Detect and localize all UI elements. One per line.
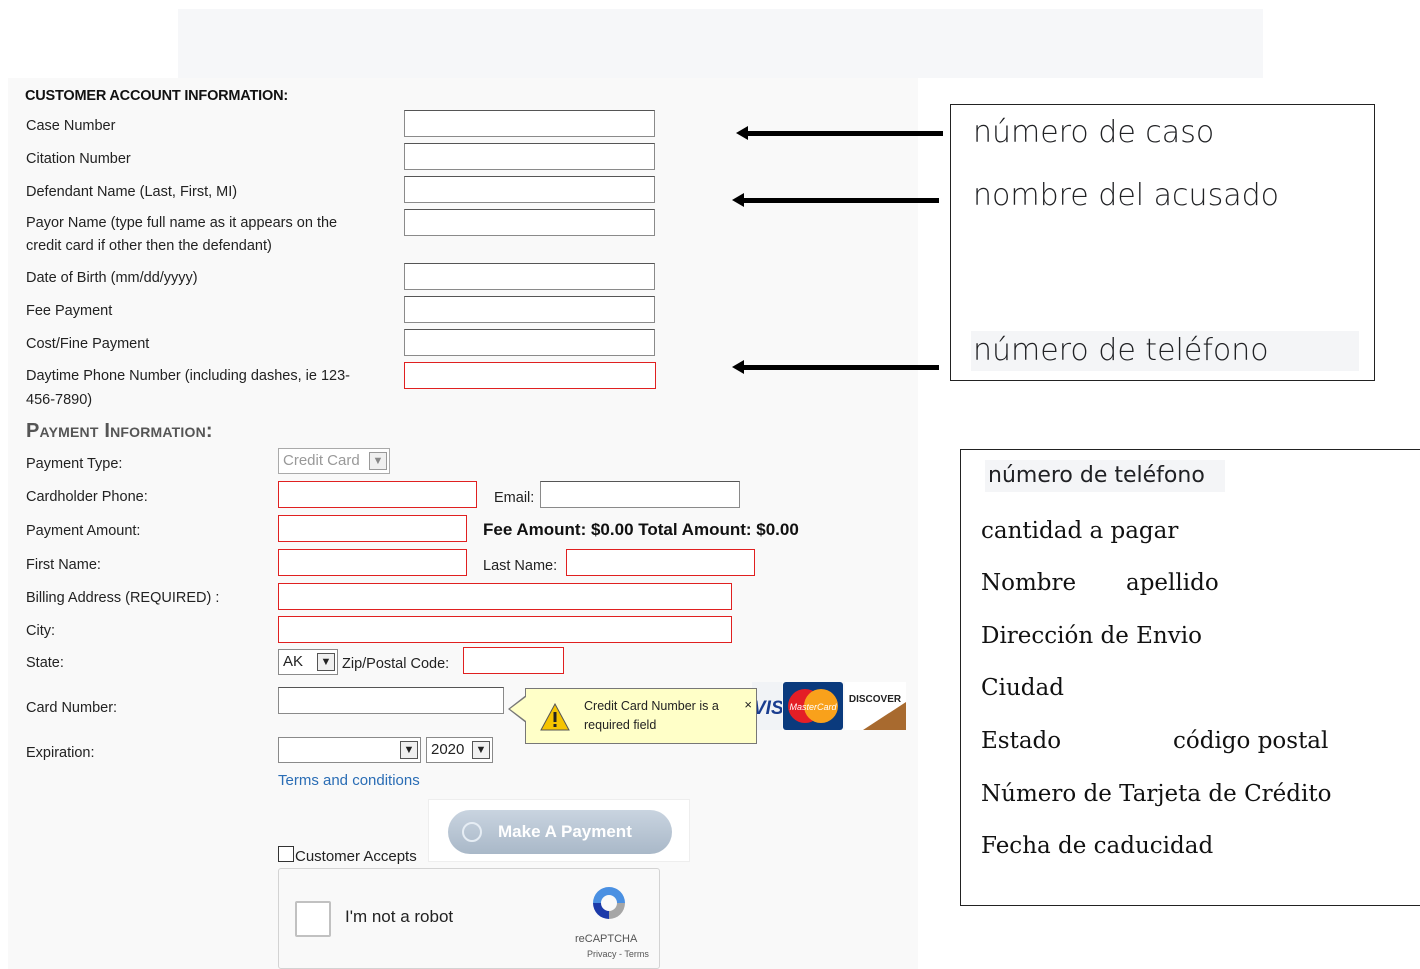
expiration-label: Expiration: xyxy=(26,745,95,761)
dob-label: Date of Birth (mm/dd/yyyy) xyxy=(26,270,198,286)
zip-input[interactable] xyxy=(463,647,564,674)
recaptcha-widget: I'm not a robot reCAPTCHA Privacy - Term… xyxy=(278,868,660,969)
last-name-label: Last Name: xyxy=(483,558,558,574)
fee-total-amount: Fee Amount: $0.00 Total Amount: $0.00 xyxy=(483,520,799,539)
discover-logo: DISCOVER xyxy=(845,682,906,730)
make-payment-button[interactable]: Make A Payment xyxy=(448,810,672,854)
dob-input[interactable] xyxy=(404,263,655,290)
state-value: AK xyxy=(283,653,304,670)
email-label: Email: xyxy=(494,490,535,506)
cardholder-phone-label: Cardholder Phone: xyxy=(26,489,148,505)
mastercard-logo: MasterCard xyxy=(783,682,843,730)
annotation-city: Ciudad xyxy=(981,675,1064,701)
chevron-down-icon: ▼ xyxy=(369,452,387,470)
expiration-month-select[interactable]: ▼ xyxy=(278,737,421,763)
card-number-label: Card Number: xyxy=(26,700,118,716)
defendant-name-label: Defendant Name (Last, First, MI) xyxy=(26,184,238,200)
arrow-defendant-name xyxy=(732,193,939,207)
email-input[interactable] xyxy=(540,481,740,508)
pay-button-wrap: Make A Payment xyxy=(428,799,690,862)
recaptcha-checkbox[interactable] xyxy=(295,901,331,937)
first-name-label: First Name: xyxy=(26,557,101,573)
billing-address-label: Billing Address (REQUIRED) : xyxy=(26,590,220,606)
recaptcha-label: I'm not a robot xyxy=(345,907,454,926)
discover-logo-text: DISCOVER xyxy=(849,694,902,705)
account-heading: CUSTOMER ACCOUNT INFORMATION: xyxy=(25,88,288,104)
payment-amount-label: Payment Amount: xyxy=(26,523,141,539)
chevron-down-icon: ▼ xyxy=(472,741,490,759)
recaptcha-logo-icon xyxy=(593,887,625,919)
arrow-case-number xyxy=(736,126,943,140)
tooltip-message: Credit Card Number is a required field xyxy=(584,699,719,732)
daytime-phone-label-line1: Daytime Phone Number (including dashes, … xyxy=(26,368,351,384)
cost-fine-label: Cost/Fine Payment xyxy=(26,336,150,352)
fee-payment-input[interactable] xyxy=(404,296,655,323)
make-payment-label: Make A Payment xyxy=(498,822,632,841)
case-number-input[interactable] xyxy=(404,110,655,137)
first-name-input[interactable] xyxy=(278,549,467,576)
annotation-state: Estado xyxy=(981,728,1062,754)
customer-accepts-label: Customer Accepts xyxy=(295,848,417,865)
city-label: City: xyxy=(26,623,55,639)
visa-logo-text: VISA xyxy=(753,698,782,719)
tooltip-close-icon[interactable]: × xyxy=(744,697,752,712)
recaptcha-brand: reCAPTCHA xyxy=(575,933,638,945)
payor-name-input[interactable] xyxy=(404,209,655,236)
annotation-expiration: Fecha de caducidad xyxy=(981,833,1214,859)
state-select[interactable]: AK ▼ xyxy=(278,649,338,675)
daytime-phone-label-line2: 456-7890) xyxy=(26,392,93,408)
annotation-last-name: apellido xyxy=(1126,570,1219,596)
cardholder-phone-input[interactable] xyxy=(278,481,477,508)
annotation-box-payment: número de teléfono cantidad a pagar Nomb… xyxy=(960,449,1420,906)
payor-name-label-line2: credit card if other then the defendant) xyxy=(26,238,272,254)
billing-address-input[interactable] xyxy=(278,583,732,610)
payment-amount-input[interactable] xyxy=(278,515,467,542)
annotation-box-top: número de caso nombre del acusado número… xyxy=(950,104,1375,381)
terms-link[interactable]: Terms and conditions xyxy=(278,772,420,789)
annotation-amount: cantidad a pagar xyxy=(981,518,1179,544)
citation-number-input[interactable] xyxy=(404,143,655,170)
defendant-name-input[interactable] xyxy=(404,176,655,203)
recaptcha-links[interactable]: Privacy - Terms xyxy=(587,949,649,959)
annotation-defendant-name: nombre del acusado xyxy=(973,178,1279,213)
payment-type-label: Payment Type: xyxy=(26,456,123,472)
annotation-phone: número de teléfono xyxy=(985,460,1225,492)
payor-name-label-line1: Payor Name (type full name as it appears… xyxy=(26,215,338,231)
chevron-down-icon: ▼ xyxy=(317,653,335,671)
annotation-card-number: Número de Tarjeta de Crédito xyxy=(981,781,1332,807)
arrow-phone-number xyxy=(732,360,939,374)
expiration-year-select[interactable]: 2020 ▼ xyxy=(426,737,493,763)
state-label: State: xyxy=(26,655,64,671)
top-band xyxy=(178,0,1263,78)
validation-tooltip: Credit Card Number is a required field × xyxy=(508,688,757,744)
chevron-down-icon: ▼ xyxy=(400,741,418,759)
customer-accepts-checkbox[interactable] xyxy=(278,846,294,862)
daytime-phone-input[interactable] xyxy=(404,362,656,389)
mastercard-logo-text: MasterCard xyxy=(789,702,837,712)
annotation-address: Dirección de Envio xyxy=(981,623,1202,649)
annotation-phone-number: número de teléfono xyxy=(973,333,1269,368)
card-number-input[interactable] xyxy=(278,687,504,714)
arrow-circle-icon xyxy=(462,822,482,842)
case-number-label: Case Number xyxy=(26,118,116,134)
citation-number-label: Citation Number xyxy=(26,151,131,167)
expiration-year-value: 2020 xyxy=(431,741,465,758)
cost-fine-input[interactable] xyxy=(404,329,655,356)
city-input[interactable] xyxy=(278,616,732,643)
payment-type-select[interactable]: Credit Card ▼ xyxy=(278,448,390,474)
annotation-case-number: número de caso xyxy=(973,115,1215,150)
last-name-input[interactable] xyxy=(566,549,755,576)
warning-icon xyxy=(540,703,570,731)
payment-type-value: Credit Card xyxy=(283,452,360,469)
zip-label: Zip/Postal Code: xyxy=(342,656,450,672)
fee-payment-label: Fee Payment xyxy=(26,303,113,319)
annotation-first-name: Nombre xyxy=(981,570,1077,596)
annotation-zip: código postal xyxy=(1173,728,1329,754)
payment-heading: Payment Information: xyxy=(26,420,213,442)
